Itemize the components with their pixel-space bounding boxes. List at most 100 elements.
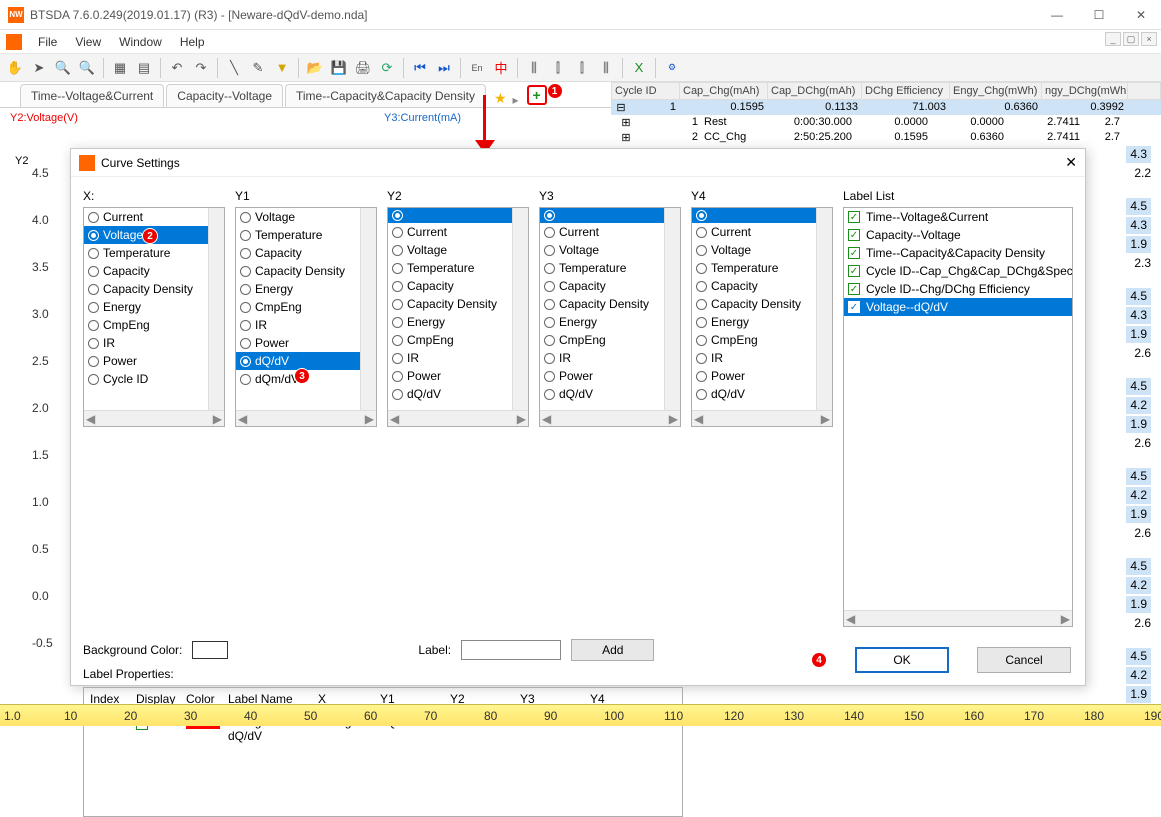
list-option[interactable]: Energy <box>236 280 376 298</box>
line-icon[interactable]: ╲ <box>223 57 245 79</box>
y3-listbox[interactable]: CurrentVoltageTemperatureCapacityCapacit… <box>539 207 681 427</box>
list-option[interactable]: Power <box>540 367 680 385</box>
list-option[interactable]: Capacity <box>540 277 680 295</box>
list-option[interactable]: IR <box>388 349 528 367</box>
label-list-item[interactable]: ✓Time--Voltage&Current <box>844 208 1072 226</box>
undo-icon[interactable]: ↶ <box>166 57 188 79</box>
zoom-out-icon[interactable]: 🔍 <box>52 57 74 79</box>
list-option[interactable]: Capacity <box>236 244 376 262</box>
dialog-close-icon[interactable]: ✕ <box>1065 154 1077 171</box>
redo-icon[interactable]: ↷ <box>190 57 212 79</box>
sep4-icon[interactable]: ⫼ <box>595 57 617 79</box>
close-button[interactable]: ✕ <box>1129 8 1153 22</box>
mdi-max[interactable]: ▢ <box>1123 32 1139 46</box>
mdi-min[interactable]: _ <box>1105 32 1121 46</box>
lang-cn-icon[interactable]: 中 <box>490 57 512 79</box>
list-option[interactable]: Power <box>692 367 832 385</box>
ok-button[interactable]: OK <box>855 647 949 673</box>
list-option[interactable]: IR <box>84 334 224 352</box>
list-option[interactable]: Capacity Density <box>692 295 832 313</box>
minimize-button[interactable]: — <box>1045 8 1069 22</box>
list-option[interactable]: Power <box>388 367 528 385</box>
tab-time-capacity-density[interactable]: Time--Capacity&Capacity Density <box>285 84 486 107</box>
config-icon[interactable]: ⚙ <box>661 57 683 79</box>
refresh-icon[interactable]: ⟳ <box>376 57 398 79</box>
list-option[interactable]: dQ/dV <box>540 385 680 403</box>
add-tab-button[interactable]: + 1 <box>527 85 547 105</box>
list-option[interactable]: dQ/dV <box>692 385 832 403</box>
list-option[interactable]: Temperature <box>236 226 376 244</box>
menu-help[interactable]: Help <box>172 33 213 51</box>
bg-color-swatch[interactable] <box>192 641 228 659</box>
list-option[interactable]: Cycle ID <box>84 370 224 388</box>
label-list-item[interactable]: ✓Time--Capacity&Capacity Density <box>844 244 1072 262</box>
filter-icon[interactable]: ▼ <box>271 57 293 79</box>
table-row[interactable]: ⊞ 1 Rest 0:00:30.000 0.0000 0.0000 2.741… <box>611 115 1161 130</box>
list-option[interactable]: Voltage <box>236 208 376 226</box>
mdi-close[interactable]: × <box>1141 32 1157 46</box>
edit-icon[interactable]: ✎ <box>247 57 269 79</box>
pointer-icon[interactable]: ➤ <box>28 57 50 79</box>
add-button[interactable]: Add <box>571 639 654 661</box>
list-option[interactable]: Capacity Density <box>84 280 224 298</box>
tab-time-voltage-current[interactable]: Time--Voltage&Current <box>20 84 164 107</box>
list-option[interactable]: Capacity <box>692 277 832 295</box>
list-option[interactable]: dQ/dV <box>236 352 376 370</box>
list-option[interactable]: CmpEng <box>84 316 224 334</box>
excel-icon[interactable]: X <box>628 57 650 79</box>
first-icon[interactable]: ⏮ <box>409 57 431 79</box>
list-option[interactable]: Capacity <box>84 262 224 280</box>
list-option[interactable]: Current <box>540 223 680 241</box>
label-input[interactable] <box>461 640 561 660</box>
menu-window[interactable]: Window <box>111 33 170 51</box>
label-list-item[interactable]: ✓Capacity--Voltage <box>844 226 1072 244</box>
list-option[interactable]: dQ/dV <box>388 385 528 403</box>
list-option[interactable]: Temperature <box>540 259 680 277</box>
y2-listbox[interactable]: CurrentVoltageTemperatureCapacityCapacit… <box>387 207 529 427</box>
x-listbox[interactable]: CurrentVoltageTemperatureCapacityCapacit… <box>83 207 225 427</box>
label-list-item[interactable]: ✓Voltage--dQ/dV <box>844 298 1072 316</box>
y4-listbox[interactable]: CurrentVoltageTemperatureCapacityCapacit… <box>691 207 833 427</box>
label-list-item[interactable]: ✓Cycle ID--Cap_Chg&Cap_DChg&Specific C <box>844 262 1072 280</box>
list-option[interactable] <box>540 208 680 223</box>
list-option[interactable]: IR <box>236 316 376 334</box>
menu-view[interactable]: View <box>67 33 109 51</box>
list-option[interactable]: Voltage <box>540 241 680 259</box>
list-option[interactable]: CmpEng <box>540 331 680 349</box>
zoom-in-icon[interactable]: 🔍 <box>76 57 98 79</box>
save-icon[interactable]: 💾 <box>328 57 350 79</box>
list-option[interactable]: CmpEng <box>236 298 376 316</box>
label-list-item[interactable]: ✓Cycle ID--Chg/DChg Efficiency <box>844 280 1072 298</box>
list-option[interactable] <box>388 208 528 223</box>
list-option[interactable]: Power <box>236 334 376 352</box>
list-option[interactable]: Capacity Density <box>540 295 680 313</box>
list-option[interactable]: Energy <box>388 313 528 331</box>
layout1-icon[interactable]: ▦ <box>109 57 131 79</box>
sep2-icon[interactable]: ⫿ <box>547 57 569 79</box>
list-option[interactable]: Energy <box>84 298 224 316</box>
list-option[interactable]: Current <box>388 223 528 241</box>
last-icon[interactable]: ⏭ <box>433 57 455 79</box>
list-option[interactable]: CmpEng <box>692 331 832 349</box>
sep1-icon[interactable]: ⫼ <box>523 57 545 79</box>
y1-listbox[interactable]: VoltageTemperatureCapacityCapacity Densi… <box>235 207 377 427</box>
label-list[interactable]: ✓Time--Voltage&Current✓Capacity--Voltage… <box>843 207 1073 627</box>
list-option[interactable]: IR <box>540 349 680 367</box>
list-option[interactable]: Temperature <box>84 244 224 262</box>
list-option[interactable]: Capacity Density <box>388 295 528 313</box>
print-icon[interactable]: 🖨 <box>352 57 374 79</box>
maximize-button[interactable]: ☐ <box>1087 8 1111 22</box>
open-icon[interactable]: 📂 <box>304 57 326 79</box>
star-icon[interactable]: ★ <box>494 90 507 107</box>
list-option[interactable]: Capacity Density <box>236 262 376 280</box>
lang-en-icon[interactable]: En <box>466 57 488 79</box>
list-option[interactable]: Capacity <box>388 277 528 295</box>
table-row[interactable]: ⊟ 1 0.1595 0.1133 71.003 0.6360 0.3992 <box>611 100 1161 115</box>
list-option[interactable] <box>692 208 832 223</box>
menu-file[interactable]: File <box>30 33 65 51</box>
list-option[interactable]: Current <box>84 208 224 226</box>
list-option[interactable]: Energy <box>540 313 680 331</box>
list-option[interactable]: Voltage <box>388 241 528 259</box>
list-option[interactable]: Temperature <box>388 259 528 277</box>
tab-capacity-voltage[interactable]: Capacity--Voltage <box>166 84 283 107</box>
